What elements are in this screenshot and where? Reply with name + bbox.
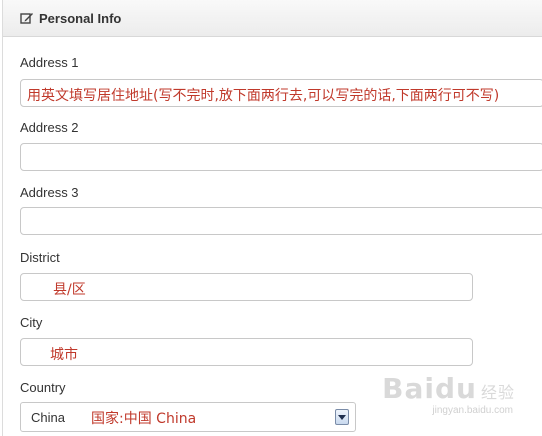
panel-title: Personal Info	[39, 10, 122, 26]
address1-hint: 用英文填写居住地址(写不完时,放下面两行去,可以写完的话,下面两行可不写)	[27, 88, 500, 104]
chevron-down-icon[interactable]	[335, 409, 349, 425]
city-label: City	[20, 315, 43, 330]
address3-label: Address 3	[20, 185, 79, 200]
address3-input[interactable]	[20, 207, 542, 235]
address2-label: Address 2	[20, 120, 79, 135]
watermark-logo: Baidu 经验	[382, 372, 515, 405]
district-input[interactable]: 县/区	[20, 273, 473, 301]
panel-heading: Personal Info	[3, 0, 542, 37]
district-hint: 县/区	[53, 282, 86, 298]
country-hint: 国家:中国 China	[91, 411, 197, 427]
address1-label: Address 1	[20, 55, 79, 70]
city-hint: 城市	[50, 347, 78, 363]
country-label: Country	[20, 380, 66, 395]
address1-input[interactable]: 用英文填写居住地址(写不完时,放下面两行去,可以写完的话,下面两行可不写)	[20, 79, 542, 107]
country-selected-value: China	[31, 410, 65, 425]
city-input[interactable]: 城市	[20, 338, 473, 366]
edit-icon	[20, 11, 34, 25]
watermark-url: jingyan.baidu.com	[432, 405, 513, 416]
district-label: District	[20, 250, 60, 265]
address2-input[interactable]	[20, 143, 542, 171]
personal-info-panel: Personal Info Address 1 用英文填写居住地址(写不完时,放…	[2, 0, 542, 436]
country-select[interactable]: China 国家:中国 China	[20, 402, 356, 432]
